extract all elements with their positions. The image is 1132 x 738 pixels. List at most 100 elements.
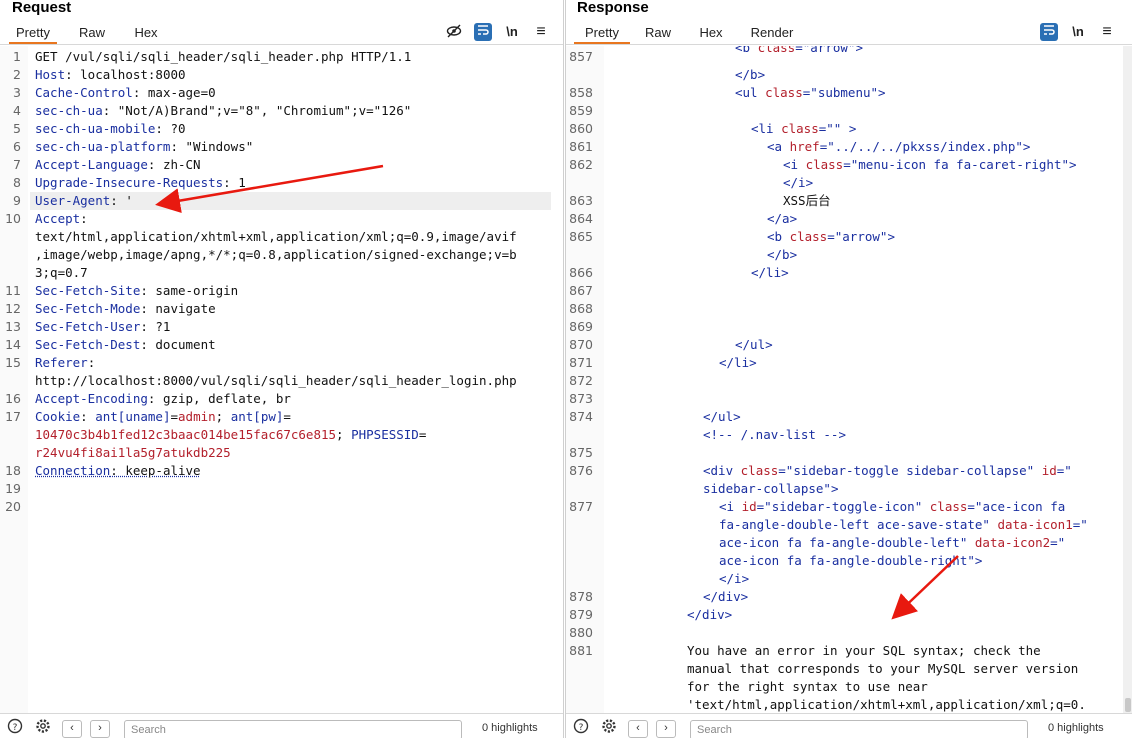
- code-line: </i>: [719, 570, 749, 588]
- newline-toggle[interactable]: \n: [503, 23, 521, 41]
- code-token: </i>: [783, 175, 814, 190]
- wrap-lines-button[interactable]: [1040, 23, 1058, 41]
- line-number: 872: [569, 373, 593, 388]
- line-number: 2: [13, 67, 21, 82]
- search-next-button[interactable]: ›: [656, 720, 676, 738]
- settings-gear-icon[interactable]: [600, 718, 618, 736]
- code-token: sec-ch-ua: [35, 103, 103, 118]
- response-tab-render[interactable]: Render: [746, 22, 798, 44]
- hide-eye-icon[interactable]: [445, 23, 463, 41]
- help-icon[interactable]: ?: [572, 718, 590, 736]
- code-token: =": [756, 499, 772, 514]
- line-number: 869: [569, 319, 593, 334]
- code-line: <!-- /.nav-list -->: [703, 426, 846, 444]
- code-line: sec-ch-ua-platform: "Windows": [35, 138, 253, 156]
- code-token: ">: [1061, 157, 1077, 172]
- search-prev-button[interactable]: ‹: [628, 720, 648, 738]
- wrap-lines-button[interactable]: [474, 23, 492, 41]
- line-number: 8: [13, 175, 21, 190]
- code-token: : gzip, deflate, br: [147, 391, 291, 406]
- request-tab-raw[interactable]: Raw: [72, 22, 112, 44]
- code-token: PHPSESSID: [351, 427, 419, 442]
- scrollbar-thumb[interactable]: [1125, 698, 1131, 712]
- newline-toggle[interactable]: \n: [1069, 23, 1087, 41]
- response-tab-raw[interactable]: Raw: [638, 22, 678, 44]
- code-token: Cookie: [35, 409, 81, 424]
- code-token: Upgrade-Insecure-Requests: [35, 175, 224, 190]
- code-token: class: [789, 229, 828, 244]
- response-editor[interactable]: 857 <b class="arrow"> </b> 858 <ul class="su…: [566, 46, 1132, 714]
- response-scrollbar[interactable]: [1123, 46, 1132, 714]
- line-number: 859: [569, 103, 593, 118]
- code-token: </ul>: [735, 337, 773, 352]
- code-line: Accept-Encoding: gzip, deflate, br: [35, 390, 291, 408]
- code-token: ">: [879, 229, 895, 244]
- code-token: <i: [719, 499, 742, 514]
- line-number: 877: [569, 499, 593, 514]
- code-token: : ?0: [155, 121, 186, 136]
- request-tab-pretty[interactable]: Pretty: [9, 22, 57, 44]
- line-number: 15: [5, 355, 21, 370]
- code-token: </li>: [719, 355, 757, 370]
- code-line: <b class="arrow">: [735, 46, 863, 57]
- code-token: : 1: [223, 175, 246, 190]
- svg-text:?: ?: [13, 723, 18, 733]
- code-token: =: [170, 409, 179, 424]
- code-token: =: [418, 427, 427, 442]
- code-line: </a>: [767, 210, 797, 228]
- code-line: Sec-Fetch-Site: same-origin: [35, 282, 238, 300]
- request-editor[interactable]: 1 GET /vul/sqli/sqli_header/sqli_header.p…: [0, 46, 563, 714]
- code-token: : localhost:8000: [65, 67, 186, 82]
- code-token: ">: [847, 46, 863, 55]
- code-token: submenu: [817, 85, 871, 100]
- code-token: sec-ch-ua-mobile: [35, 121, 156, 136]
- code-token: =": [795, 46, 811, 55]
- code-line: <ul class="submenu">: [735, 84, 886, 102]
- code-token: Sec-Fetch-Mode: [35, 301, 141, 316]
- code-token: manual that corresponds to your MySQL se…: [687, 661, 1079, 676]
- code-line: ,image/webp,image/apng,*/*;q=0.8,applica…: [35, 246, 517, 264]
- response-search-input[interactable]: Search: [690, 720, 1028, 738]
- code-token: </b>: [735, 67, 766, 82]
- request-title: Request: [12, 0, 72, 16]
- code-token: : "Windows": [170, 139, 254, 154]
- menu-icon[interactable]: ≡: [1098, 23, 1116, 41]
- code-token: data-icon1: [997, 517, 1073, 532]
- code-token: Sec-Fetch-Dest: [35, 337, 141, 352]
- help-icon[interactable]: ?: [6, 718, 24, 736]
- code-token: class: [765, 85, 803, 100]
- request-tab-hex[interactable]: Hex: [126, 22, 166, 44]
- line-number: 857: [569, 49, 593, 64]
- request-search-input[interactable]: Search: [124, 720, 462, 738]
- svg-text:?: ?: [579, 723, 584, 733]
- code-line: </i>: [783, 174, 813, 192]
- line-number: 871: [569, 355, 593, 370]
- code-line: Accept:: [35, 210, 88, 228]
- line-number: 12: [5, 301, 21, 316]
- code-line: Cookie: ant[uname]=admin; ant[pw]=: [35, 408, 291, 426]
- code-token: href: [789, 139, 820, 154]
- line-number: 870: [569, 337, 593, 352]
- code-token: sidebar-toggle sidebar-collapse: [793, 463, 1027, 478]
- code-line: Sec-Fetch-User: ?1: [35, 318, 170, 336]
- code-line: </ul>: [735, 336, 773, 354]
- response-tab-pretty[interactable]: Pretty: [574, 22, 630, 44]
- code-line: </div>: [703, 588, 748, 606]
- settings-gear-icon[interactable]: [34, 718, 52, 736]
- code-line: for the right syntax to use near: [687, 678, 928, 696]
- menu-icon[interactable]: ≡: [532, 23, 550, 41]
- response-tab-hex[interactable]: Hex: [691, 22, 731, 44]
- code-token: :: [80, 409, 96, 424]
- code-token: : ': [110, 193, 133, 208]
- search-prev-button[interactable]: ‹: [62, 720, 82, 738]
- code-line: <a href="../../../pkxss/index.php">: [767, 138, 1030, 156]
- code-line: You have an error in your SQL syntax; ch…: [687, 642, 1041, 660]
- code-token: ace-icon fa fa-angle-double-left: [719, 535, 960, 550]
- search-next-button[interactable]: ›: [90, 720, 110, 738]
- code-token: =": [1056, 463, 1072, 478]
- code-line: <div class="sidebar-toggle sidebar-colla…: [703, 462, 1072, 480]
- code-token: r24vu4fi8ai1la5g7atukdb225: [35, 445, 231, 460]
- code-token: ="" >: [818, 121, 857, 136]
- line-number: 875: [569, 445, 593, 460]
- code-line: r24vu4fi8ai1la5g7atukdb225: [35, 444, 231, 462]
